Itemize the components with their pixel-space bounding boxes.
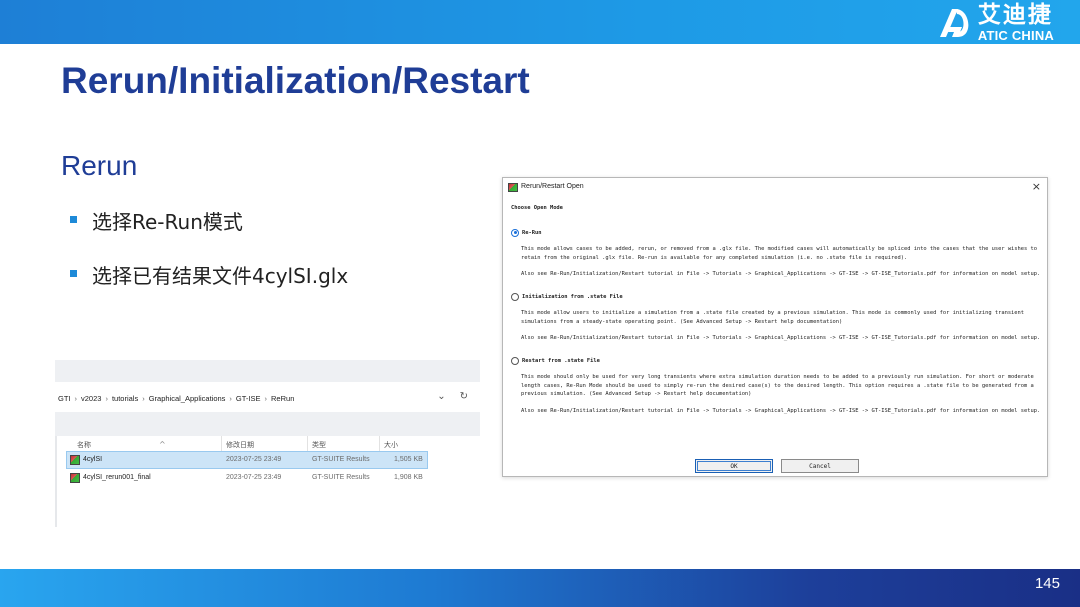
radio-rerun[interactable] — [511, 228, 519, 237]
sort-up-icon: ^ — [159, 440, 166, 449]
page-number: 145 — [1034, 575, 1060, 592]
file-row[interactable]: 4cylSI_rerun001_final 2023-07-25 23:49 G… — [67, 470, 427, 486]
ok-button[interactable]: OK — [695, 459, 773, 473]
brand-name-en: ATIC CHINA — [977, 28, 1054, 43]
section-title: Rerun — [61, 150, 138, 181]
file-explorer: GTI › v2023 › tutorials › Graphical_Appl… — [55, 360, 480, 527]
breadcrumb-item[interactable]: GT-ISE — [236, 394, 261, 403]
breadcrumb-item[interactable]: tutorials — [112, 394, 138, 403]
gt-app-icon — [508, 183, 518, 192]
column-date[interactable]: 修改日期 — [226, 440, 254, 450]
dialog-buttons: OK Cancel — [695, 459, 859, 473]
chevron-right-icon: › — [74, 393, 78, 403]
gt-results-file-icon — [70, 473, 80, 483]
file-name: 4cylSI_rerun001_final — [83, 474, 151, 481]
top-banner: 艾迪捷 ATIC CHINA — [0, 0, 1080, 44]
file-date: 2023-07-25 23:49 — [226, 474, 282, 481]
bottom-banner — [0, 569, 1080, 607]
chevron-right-icon: › — [264, 393, 268, 403]
option-label: Initialization from .state File — [522, 293, 623, 300]
dialog-titlebar: Rerun/Restart Open × — [503, 178, 1047, 198]
rerun-restart-dialog: Rerun/Restart Open × Choose Open Mode Re… — [502, 177, 1048, 477]
option-label: Restart from .state File — [522, 357, 600, 364]
nav-pane-edge — [55, 436, 57, 527]
file-name: 4cylSI — [83, 456, 103, 463]
close-icon[interactable]: × — [1032, 180, 1041, 193]
option-see-also: Also see Re-Run/Initialization/Restart t… — [521, 271, 1041, 277]
bullet-item: 选择已有结果文件4cylSI.glx — [70, 260, 348, 289]
chevron-right-icon: › — [229, 393, 232, 403]
file-type: GT-SUITE Results — [312, 474, 370, 481]
option-description: This mode allow users to initialize a si… — [521, 310, 1025, 325]
radio-restart[interactable] — [511, 356, 519, 365]
bullet-item: 选择Re-Run模式 — [70, 206, 348, 235]
option-rerun[interactable]: Re-Run This mode allows cases to be adde… — [511, 228, 1043, 279]
explorer-toolbar — [55, 360, 480, 382]
breadcrumb-item[interactable]: GTI — [58, 394, 71, 403]
mode-heading: Choose Open Mode — [511, 205, 563, 211]
option-see-also: Also see Re-Run/Initialization/Restart t… — [521, 335, 1041, 341]
option-description: This mode should only be used for very l… — [521, 374, 1034, 397]
breadcrumb-item[interactable]: Graphical_Applications — [149, 394, 226, 403]
file-date: 2023-07-25 23:49 — [226, 456, 282, 463]
file-row-selected[interactable]: 4cylSI 2023-07-25 23:49 GT-SUITE Results… — [66, 451, 428, 469]
slide-title: Rerun/Initialization/Restart — [61, 60, 530, 101]
breadcrumb-item[interactable]: v2023 — [81, 394, 101, 403]
chevron-right-icon: › — [142, 393, 145, 403]
atic-logo: 艾迪捷 ATIC CHINA — [936, 3, 1054, 43]
column-name[interactable]: 名称 — [77, 440, 91, 450]
address-bar[interactable]: GTI › v2023 › tutorials › Graphical_Appl… — [55, 388, 480, 408]
column-type[interactable]: 类型 — [312, 440, 326, 450]
refresh-icon[interactable]: ↻ — [460, 391, 468, 402]
option-restart[interactable]: Restart from .state File This mode shoul… — [511, 356, 1043, 416]
radio-initialization[interactable] — [511, 292, 519, 301]
explorer-command-bar — [55, 412, 480, 436]
file-type: GT-SUITE Results — [312, 456, 370, 463]
chevron-right-icon: › — [105, 393, 108, 403]
option-initialization[interactable]: Initialization from .state File This mod… — [511, 292, 1043, 343]
bullet-list: 选择Re-Run模式 选择已有结果文件4cylSI.glx — [70, 206, 348, 314]
file-size: 1,505 KB — [394, 456, 423, 463]
cancel-button[interactable]: Cancel — [781, 459, 859, 473]
gt-results-file-icon — [70, 455, 80, 465]
column-size[interactable]: 大小 — [384, 440, 398, 450]
atic-logo-icon — [939, 9, 969, 37]
file-size: 1,908 KB — [394, 474, 423, 481]
chevron-down-icon[interactable]: ⌄ — [437, 391, 445, 402]
option-see-also: Also see Re-Run/Initialization/Restart t… — [521, 407, 1041, 414]
option-label: Re-Run — [522, 229, 542, 236]
breadcrumb-item[interactable]: ReRun — [271, 394, 294, 403]
dialog-title: Rerun/Restart Open — [521, 183, 584, 190]
dialog-body: Choose Open Mode Re-Run This mode allows… — [511, 202, 1043, 425]
option-description: This mode allows cases to be added, reru… — [521, 246, 1038, 261]
brand-name-cn: 艾迪捷 — [977, 2, 1053, 28]
